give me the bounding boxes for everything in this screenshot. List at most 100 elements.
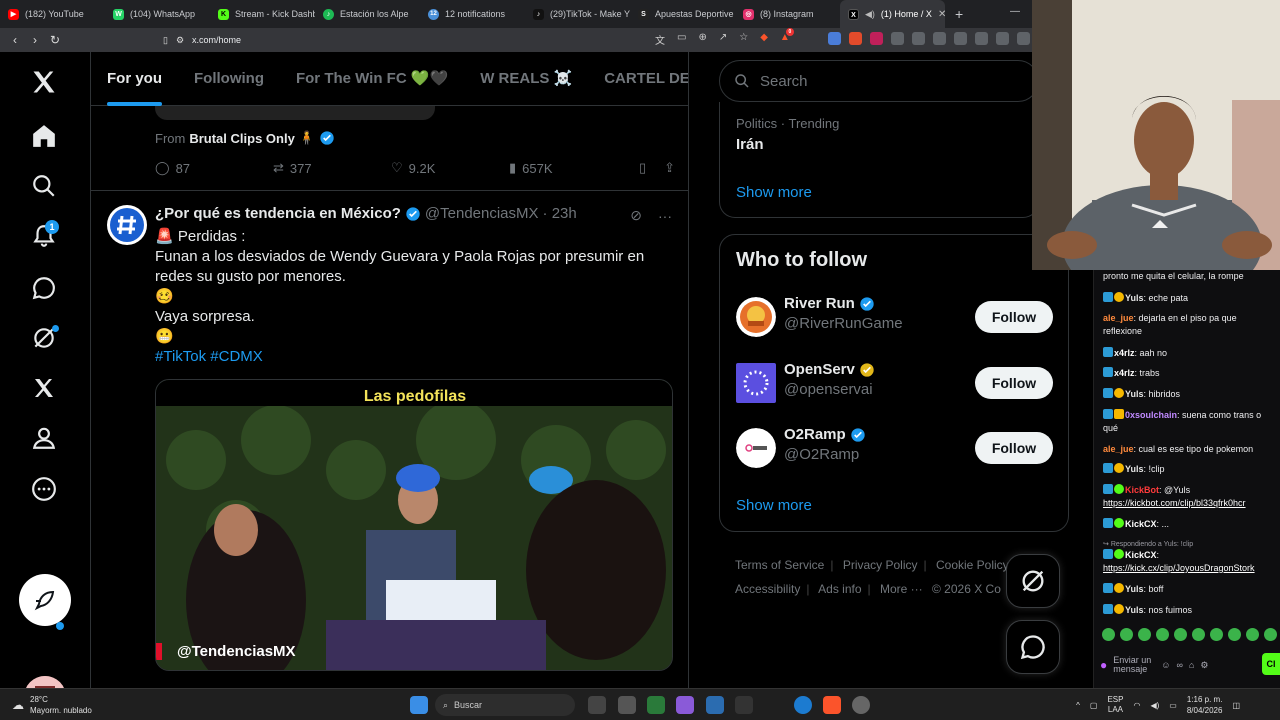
privacy-link[interactable]: Privacy Policy (843, 558, 918, 572)
trend-item[interactable]: Irán (736, 136, 764, 153)
browser-tab-notifications[interactable]: 12 12 notifications (420, 0, 525, 28)
forward-button[interactable]: › (25, 33, 45, 47)
views-button[interactable]: ▮ 657K (509, 160, 627, 176)
edge-icon[interactable] (794, 696, 812, 714)
battery-icon[interactable]: ▭ (1169, 701, 1177, 710)
messages-floating-button[interactable] (1006, 620, 1060, 674)
download-icon[interactable] (912, 32, 925, 45)
reload-button[interactable]: ↻ (45, 33, 65, 47)
repost-button[interactable]: ⇄ 377 (273, 160, 391, 176)
address-bar[interactable]: ▯ ⚙ x.com/home (163, 31, 643, 49)
emote-icon[interactable] (1174, 628, 1187, 641)
obs-icon[interactable] (852, 696, 870, 714)
task-view-icon[interactable] (588, 696, 606, 714)
emote-icon[interactable] (1156, 628, 1169, 641)
bookmark-icon[interactable]: ▯ (163, 35, 168, 46)
extension-fox-icon[interactable] (849, 32, 862, 45)
start-menu-icon[interactable] (410, 696, 428, 714)
search-icon[interactable] (28, 170, 60, 202)
minimize-window-button[interactable]: — (1010, 6, 1020, 17)
follow-button[interactable]: Follow (975, 301, 1053, 333)
translate-extension-icon[interactable] (828, 32, 841, 45)
screenshot-icon[interactable] (933, 32, 946, 45)
post-avatar[interactable] (107, 205, 147, 245)
app-icon[interactable] (676, 696, 694, 714)
tab-w-reals[interactable]: W REALS ☠️ (464, 52, 588, 106)
app-icon[interactable] (618, 696, 636, 714)
post-author-name[interactable]: ¿Por qué es tendencia en México? (155, 205, 401, 222)
follow-suggestion[interactable]: River Run @RiverRunGame Follow (736, 293, 1056, 343)
post-timestamp[interactable]: · 23h (543, 205, 577, 222)
notifications-bell-icon[interactable]: 1 (28, 220, 60, 252)
terms-link[interactable]: Terms of Service (735, 558, 824, 572)
more-options-icon[interactable] (28, 473, 60, 505)
browser-tab-whatsapp[interactable]: W (104) WhatsApp (105, 0, 210, 28)
cookie-link[interactable]: Cookie Policy (936, 558, 1009, 572)
clip-link[interactable]: https://kick.cx/clip/JoyousDragonStork (1103, 563, 1255, 573)
terminal-icon[interactable] (735, 696, 753, 714)
source-account-link[interactable]: Brutal Clips Only (189, 131, 294, 146)
browser-tab-kick[interactable]: K Stream - Kick Dashb (210, 0, 315, 28)
chat-icon[interactable] (28, 272, 60, 304)
emote-icon[interactable] (1120, 628, 1133, 641)
browser-tab-apuestas[interactable]: S Apuestas Deportive (630, 0, 735, 28)
more-link[interactable]: More ··· (880, 582, 923, 596)
chat-tools-icon[interactable]: ∞ (1176, 660, 1182, 670)
app-icon[interactable] (706, 696, 724, 714)
weather-widget[interactable]: ☁ 28°C Mayorm. nublado (12, 694, 92, 716)
chat-input[interactable]: ● Enviar un mensaje ☺ ∞ ⌂ ⚙ (1100, 648, 1276, 682)
share-icon[interactable]: ↗ (719, 32, 727, 47)
emote-icon[interactable] (1210, 628, 1223, 641)
home-icon[interactable] (28, 120, 60, 152)
clock[interactable]: 1:16 p. m. 8/04/2026 (1187, 694, 1223, 716)
follow-suggestion[interactable]: O2Ramp @O2Ramp Follow (736, 424, 1056, 474)
more-options-icon[interactable]: ··· (658, 208, 672, 224)
grok-floating-button[interactable] (1006, 554, 1060, 608)
sidebar-icon[interactable] (996, 32, 1009, 45)
volume-icon[interactable]: ◀) (1150, 701, 1159, 710)
who-to-follow-show-more-link[interactable]: Show more (736, 497, 812, 514)
x-logo-icon[interactable] (28, 66, 60, 98)
accessibility-link[interactable]: Accessibility (735, 582, 800, 596)
reply-button[interactable]: ◯ 87 (155, 160, 273, 176)
cast-icon[interactable]: ▭ (677, 32, 686, 47)
language-indicator[interactable]: ESP LAA (1107, 695, 1123, 715)
hashtag-links[interactable]: #TikTok #CDMX (155, 347, 675, 367)
emote-icon[interactable] (1246, 628, 1259, 641)
brave-icon[interactable] (823, 696, 841, 714)
new-tab-button[interactable]: + (945, 6, 973, 22)
star-icon[interactable]: ☆ (739, 32, 748, 47)
wifi-icon[interactable]: ◠ (1133, 701, 1140, 710)
media-icon[interactable] (954, 32, 967, 45)
wallet-icon[interactable] (1017, 32, 1030, 45)
browser-tab-instagram[interactable]: ◎ (8) Instagram (735, 0, 840, 28)
share-post-icon[interactable]: ⇪ (664, 160, 675, 176)
site-info-icon[interactable]: ⚙ (176, 35, 184, 46)
emote-icon[interactable] (1228, 628, 1241, 641)
reader-icon[interactable] (975, 32, 988, 45)
tab-cartel[interactable]: CARTEL DE LO (588, 52, 688, 106)
microphone-icon[interactable]: ● (1100, 658, 1107, 672)
notification-center-icon[interactable]: ◫ (1232, 701, 1240, 710)
emote-icon[interactable] (1138, 628, 1151, 641)
back-button[interactable]: ‹ (5, 33, 25, 47)
tab-for-the-win-fc[interactable]: For The Win FC 💚🖤 (280, 52, 464, 106)
grok-analyze-icon[interactable]: ⊘ (630, 207, 642, 224)
compose-post-button[interactable] (19, 574, 71, 626)
follow-suggestion[interactable]: OpenServ @openservai Follow (736, 359, 1056, 409)
puzzle-icon[interactable] (891, 32, 904, 45)
bookmark-post-icon[interactable]: ▯ (639, 160, 646, 176)
post-video[interactable]: Las pedofilas @TendenciasMX (155, 379, 673, 671)
post-author-handle[interactable]: @TendenciasMX (425, 205, 539, 222)
brave-rewards-icon[interactable]: ▲ 0 (780, 28, 794, 47)
taskbar-search[interactable]: ⌕ Buscar (435, 694, 575, 716)
chat-settings-icon[interactable]: ⚙ (1200, 660, 1208, 671)
follow-button[interactable]: Follow (975, 432, 1053, 464)
previous-post-media[interactable] (155, 106, 435, 120)
browser-tab-tiktok[interactable]: ♪ (29)TikTok - Make Y (525, 0, 630, 28)
trends-show-more-link[interactable]: Show more (736, 184, 812, 201)
emote-icon[interactable] (1192, 628, 1205, 641)
emote-icon[interactable] (1102, 628, 1115, 641)
like-button[interactable]: ♡ 9.2K (391, 160, 509, 176)
extension-m-icon[interactable] (870, 32, 883, 45)
